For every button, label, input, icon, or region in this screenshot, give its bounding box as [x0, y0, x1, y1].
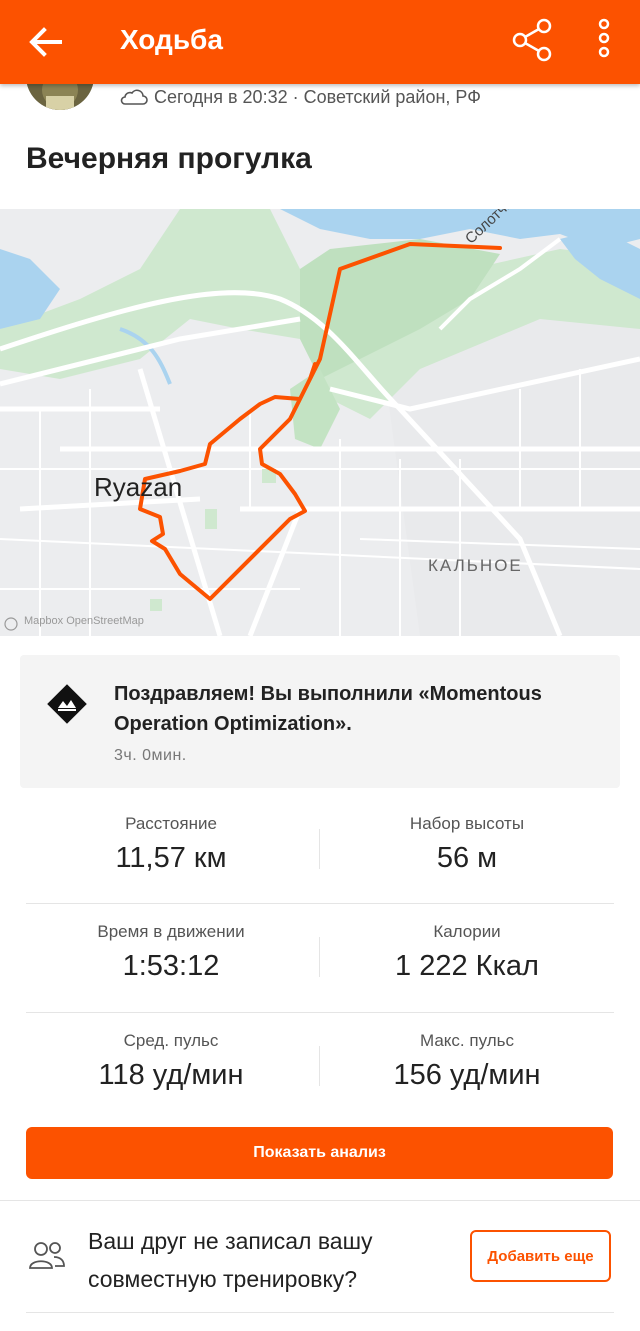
stat-value: 118 уд/мин — [98, 1059, 244, 1091]
stat-avg-heart-rate: Сред. пульс 118 уд/мин — [26, 1030, 316, 1092]
activity-title: Вечерняя прогулка — [26, 142, 312, 175]
people-icon — [29, 1242, 65, 1269]
stat-label: Макс. пульс — [420, 1031, 514, 1050]
stat-label: Расстояние — [125, 814, 217, 833]
map-attribution[interactable]: Mapbox OpenStreetMap — [24, 615, 144, 627]
stat-value: 56 м — [436, 842, 498, 874]
map-district-label: КАЛЬНОЕ — [428, 556, 523, 575]
activity-date-location: Сегодня в 20:32 · Советский район, РФ — [154, 86, 481, 107]
arrow-left-icon — [29, 27, 62, 57]
stat-label: Калории — [433, 922, 501, 941]
stat-label: Время в движении — [97, 922, 245, 941]
row-divider — [26, 1012, 614, 1013]
show-analysis-button[interactable]: Показать анализ — [26, 1127, 613, 1179]
share-icon — [512, 18, 552, 62]
stat-value: 1:53:12 — [122, 950, 220, 982]
more-options-button[interactable] — [588, 14, 620, 66]
more-vertical-icon — [598, 18, 610, 58]
row-divider — [26, 903, 614, 904]
stat-value: 156 уд/мин — [393, 1059, 541, 1091]
stat-elevation-gain: Набор высоты 56 м — [322, 813, 612, 875]
top-app-bar: Ходьба — [0, 0, 640, 84]
stat-divider — [319, 1046, 320, 1086]
stat-max-heart-rate: Макс. пульс 156 уд/мин — [322, 1030, 612, 1092]
stat-divider — [319, 937, 320, 977]
friend-prompt-text: Ваш друг не записал вашу совместную трен… — [88, 1228, 373, 1292]
add-more-button[interactable]: Добавить еще — [470, 1230, 611, 1282]
achievement-time: 3ч. 0мин. — [114, 747, 187, 764]
section-divider — [0, 1200, 640, 1201]
achievement-text: Поздравляем! Вы выполнили «Momentous Ope… — [114, 683, 542, 735]
route-map[interactable]: Ryazan КАЛЬНОЕ Солотчинское шо Mapbox Op… — [0, 209, 640, 636]
page-title: Ходьба — [120, 24, 223, 55]
stat-value: 1 222 Ккал — [395, 950, 539, 982]
map-canvas — [0, 209, 640, 636]
achievement-card[interactable]: Поздравляем! Вы выполнили «Momentous Ope… — [20, 655, 620, 788]
stat-divider — [319, 829, 320, 869]
stat-label: Сред. пульс — [123, 1031, 219, 1050]
section-divider — [26, 1312, 614, 1313]
stat-calories: Калории 1 222 Ккал — [322, 921, 612, 983]
stat-label: Набор высоты — [409, 814, 525, 833]
challenge-badge-icon — [47, 684, 87, 724]
stat-moving-time: Время в движении 1:53:12 — [26, 921, 316, 983]
back-button[interactable] — [22, 18, 70, 66]
stat-value: 11,57 км — [115, 842, 227, 874]
activity-meta: Сегодня в 20:32 · Советский район, РФ — [120, 84, 481, 110]
share-button[interactable] — [508, 14, 560, 66]
stat-distance: Расстояние 11,57 км — [26, 813, 316, 875]
cloud-icon — [120, 89, 148, 105]
map-city-label: Ryazan — [94, 472, 183, 502]
